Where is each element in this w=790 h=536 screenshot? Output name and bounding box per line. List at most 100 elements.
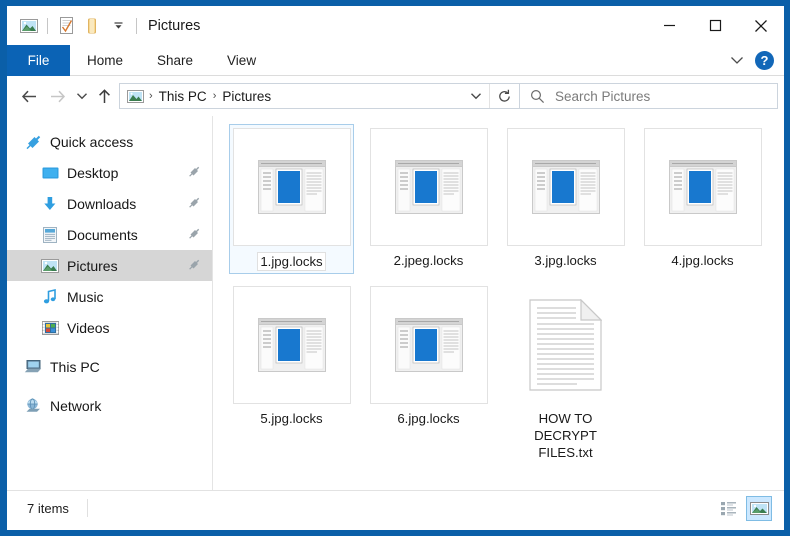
file-tile-inner: 3.jpg.locks xyxy=(503,124,628,272)
breadcrumb[interactable]: › This PC › Pictures xyxy=(119,83,520,109)
sidebar-item-label: Documents xyxy=(67,226,138,243)
help-icon[interactable]: ? xyxy=(755,51,774,70)
file-item[interactable]: 4.jpg.locks xyxy=(634,124,771,274)
breadcrumb-item-pictures[interactable]: Pictures xyxy=(218,89,275,104)
breadcrumb-separator-1: › xyxy=(149,90,153,102)
file-item[interactable]: 1.jpg.locks xyxy=(223,124,360,274)
file-tile-inner: 4.jpg.locks xyxy=(640,124,765,272)
title-bar: Pictures xyxy=(7,6,784,45)
file-name-label: 2.jpeg.locks xyxy=(393,253,464,268)
file-item[interactable]: 6.jpg.locks xyxy=(360,282,497,464)
maximize-button[interactable] xyxy=(692,6,738,45)
refresh-icon[interactable] xyxy=(489,84,519,108)
sidebar-item-label: Pictures xyxy=(67,257,118,274)
item-count-label: 7 items xyxy=(27,500,69,516)
pin-icon[interactable] xyxy=(188,227,201,243)
minimize-button[interactable] xyxy=(646,6,692,45)
file-name-label: 1.jpg.locks xyxy=(257,252,326,271)
sidebar-item-music[interactable]: Music xyxy=(7,281,212,312)
up-button[interactable] xyxy=(93,81,115,111)
network-icon xyxy=(23,397,43,415)
status-separator xyxy=(86,499,88,517)
main-area: Quick access Desktop Downloads Documents… xyxy=(7,116,784,490)
navigation-pane: Quick access Desktop Downloads Documents… xyxy=(7,116,213,490)
properties-icon[interactable] xyxy=(53,14,79,38)
unknown-file-icon xyxy=(643,128,762,246)
sidebar-item-label: Downloads xyxy=(67,195,137,212)
desktop-icon xyxy=(40,164,60,182)
sidebar-item-label: This PC xyxy=(50,358,100,375)
pin-icon[interactable] xyxy=(188,196,201,212)
file-item[interactable]: HOW TO DECRYPT FILES.txt xyxy=(497,282,634,464)
window-controls xyxy=(646,6,784,45)
close-button[interactable] xyxy=(738,6,784,45)
recent-locations-chevron-icon[interactable] xyxy=(71,81,93,111)
file-list-pane[interactable]: 1.jpg.locks 2.jpeg.locks 3.jpg.locks 4.j… xyxy=(213,116,784,490)
breadcrumb-root-pictures-icon[interactable] xyxy=(124,89,147,103)
sidebar-item-label: Quick access xyxy=(50,133,134,150)
breadcrumb-item-this-pc[interactable]: This PC xyxy=(155,89,211,104)
tab-home[interactable]: Home xyxy=(70,45,140,76)
sidebar-item-network[interactable]: Network xyxy=(7,390,212,421)
file-name-label: 6.jpg.locks xyxy=(397,411,460,426)
search-input[interactable]: Search Pictures xyxy=(520,83,778,109)
file-item[interactable]: 2.jpeg.locks xyxy=(360,124,497,274)
tab-share[interactable]: Share xyxy=(140,45,210,76)
quick-access-toolbar: Pictures xyxy=(7,14,200,38)
unknown-file-icon xyxy=(232,128,351,246)
sidebar-item-desktop[interactable]: Desktop xyxy=(7,157,212,188)
large-icons-view-button[interactable] xyxy=(746,495,772,521)
sidebar-item-label: Desktop xyxy=(67,164,119,181)
breadcrumb-separator-2: › xyxy=(212,90,217,102)
new-folder-icon[interactable] xyxy=(79,14,105,38)
customize-chevron-icon[interactable] xyxy=(105,14,131,38)
unknown-file-icon xyxy=(232,286,351,404)
sidebar-item-label: Network xyxy=(50,397,102,414)
search-placeholder: Search Pictures xyxy=(555,88,651,104)
expand-ribbon-chevron-icon[interactable] xyxy=(725,50,749,72)
file-name-label: 5.jpg.locks xyxy=(260,411,323,426)
this-pc-icon xyxy=(23,358,43,376)
sidebar-item-downloads[interactable]: Downloads xyxy=(7,188,212,219)
file-tile-inner: 1.jpg.locks xyxy=(229,124,354,274)
quick-access-star-icon xyxy=(23,133,43,151)
details-view-button[interactable] xyxy=(715,496,741,521)
tab-view[interactable]: View xyxy=(210,45,273,76)
window-body: pcrisk.com xyxy=(7,6,784,530)
sidebar-item-quick-access[interactable]: Quick access xyxy=(7,126,212,157)
file-name-label: 3.jpg.locks xyxy=(534,253,597,268)
explorer-window: pcrisk.com xyxy=(0,0,790,536)
back-button[interactable] xyxy=(15,81,43,111)
text-file-icon xyxy=(507,286,625,404)
music-icon xyxy=(40,288,60,306)
file-name-label: 4.jpg.locks xyxy=(671,253,734,268)
pin-icon[interactable] xyxy=(188,165,201,181)
window-title: Pictures xyxy=(148,17,201,34)
file-item[interactable]: 3.jpg.locks xyxy=(497,124,634,274)
sidebar-item-videos[interactable]: Videos xyxy=(7,312,212,343)
view-mode-buttons xyxy=(715,495,772,521)
sidebar-item-label: Music xyxy=(67,288,104,305)
downloads-icon xyxy=(40,195,60,213)
unknown-file-icon xyxy=(506,128,625,246)
videos-icon xyxy=(40,319,60,337)
unknown-file-icon xyxy=(369,128,488,246)
tab-file[interactable]: File xyxy=(7,45,70,76)
sidebar-item-this-pc[interactable]: This PC xyxy=(7,351,212,382)
sidebar-item-documents[interactable]: Documents xyxy=(7,219,212,250)
file-tile-inner: 6.jpg.locks xyxy=(366,282,491,430)
pictures-folder-icon[interactable] xyxy=(16,14,42,38)
ribbon-right-controls: ? xyxy=(725,45,780,76)
forward-button[interactable] xyxy=(43,81,71,111)
file-tile-inner: 2.jpeg.locks xyxy=(366,124,491,272)
pin-icon[interactable] xyxy=(188,258,201,274)
sidebar-item-label: Videos xyxy=(67,319,110,336)
documents-icon xyxy=(40,226,60,244)
file-item[interactable]: 5.jpg.locks xyxy=(223,282,360,464)
ribbon-tab-bar: File Home Share View ? xyxy=(7,45,784,76)
breadcrumb-dropdown-chevron-icon[interactable] xyxy=(463,84,489,108)
file-tile-inner: 5.jpg.locks xyxy=(229,282,354,430)
status-bar: 7 items xyxy=(7,490,784,525)
toolbar-separator-2 xyxy=(136,17,137,34)
sidebar-item-pictures[interactable]: Pictures xyxy=(7,250,212,281)
